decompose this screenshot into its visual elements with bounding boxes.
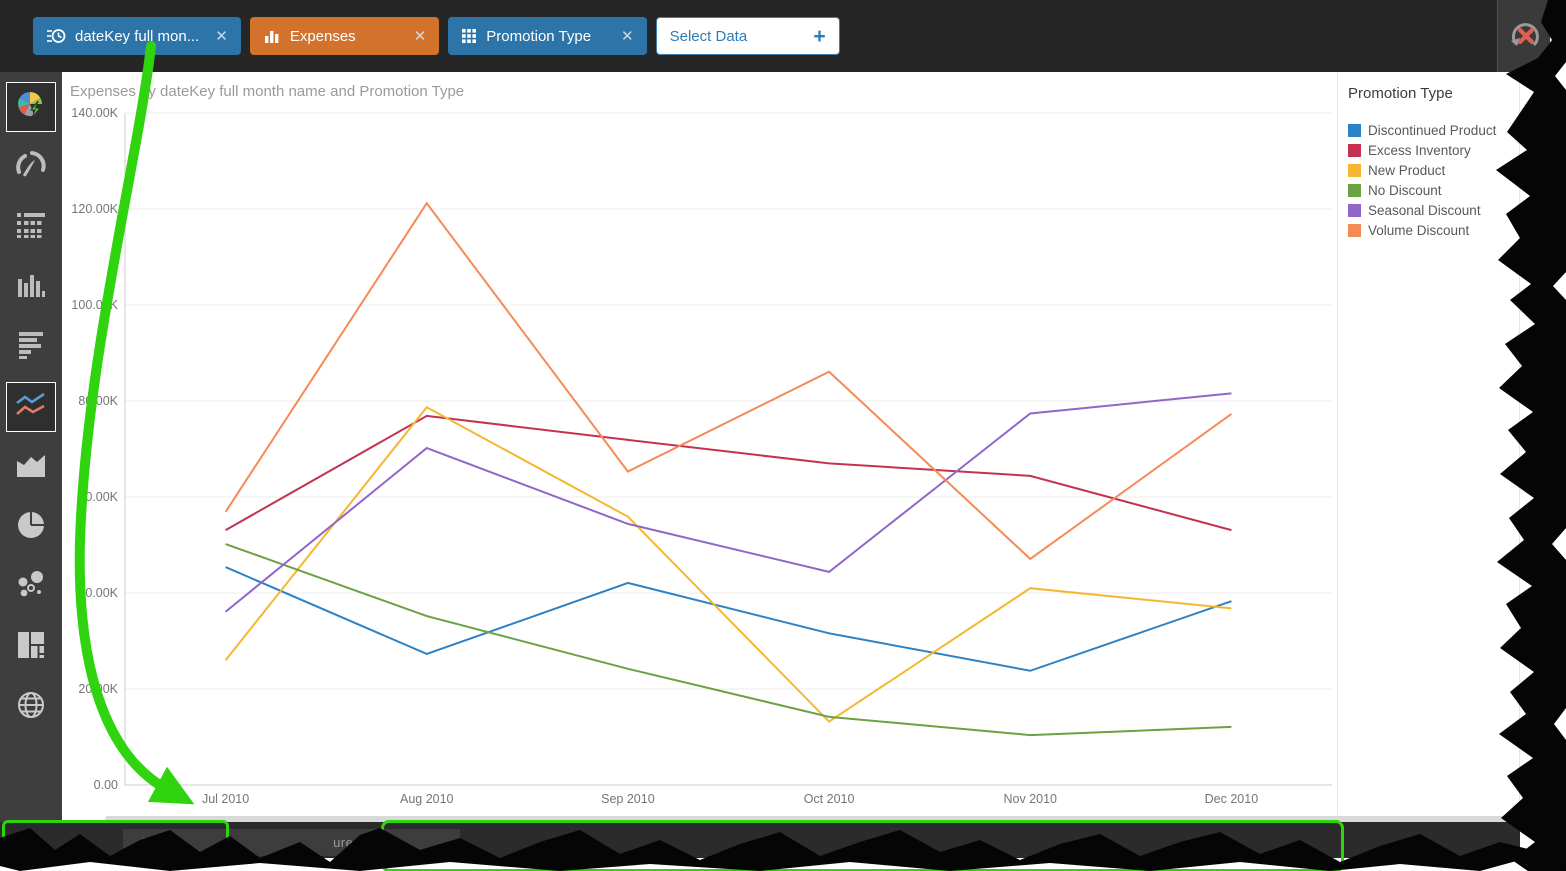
bar-chart-icon: [15, 329, 47, 366]
series-line-excess-inventory: [225, 414, 1232, 532]
legend-label: No Discount: [1368, 182, 1442, 198]
legend-item[interactable]: No Discount: [1348, 180, 1519, 200]
legend-item[interactable]: Volume Discount: [1348, 220, 1519, 240]
auto-chart-icon: [14, 88, 48, 127]
x-tick-label: Sep 2010: [601, 792, 655, 806]
legend-label: Discontinued Product: [1368, 122, 1497, 138]
sidebar-item-gauge-chart[interactable]: [6, 142, 56, 192]
measure-bars-icon: [263, 27, 281, 45]
chart-panel: Expenses by dateKey full month name and …: [62, 72, 1337, 815]
legend-item[interactable]: Excess Inventory: [1348, 140, 1519, 160]
series-line-seasonal-discount: [224, 392, 1232, 613]
y-tick-label: 80.00K: [78, 394, 118, 408]
line-chart-plot[interactable]: 0.00 20.00K 40.00K 60.00K 80.00K 100.00K 120.0…: [62, 72, 1337, 815]
series-line-new-product: [224, 405, 1232, 723]
app-window: dateKey full mon... ✕ Expenses ✕ Promoti…: [0, 0, 1566, 871]
legend-label: New Product: [1368, 162, 1446, 178]
gauge-icon: [14, 148, 48, 187]
line-chart-icon: [13, 387, 49, 428]
close-icon[interactable]: ✕: [621, 27, 634, 45]
sidebar-item-grid-table[interactable]: [6, 202, 56, 252]
series-line-volume-discount: [224, 201, 1233, 561]
chip-label: Expenses: [289, 27, 356, 45]
legend-items: Discontinued Product Excess Inventory Ne…: [1348, 120, 1519, 240]
legend-swatch: [1348, 123, 1361, 137]
sidebar-item-treemap-chart[interactable]: [6, 622, 56, 672]
grid-table-icon: [15, 209, 47, 246]
select-data-chip[interactable]: Select Data +: [655, 17, 840, 55]
x-tick-label: Aug 2010: [400, 792, 454, 806]
legend-label: Seasonal Discount: [1368, 202, 1481, 218]
select-data-label: Select Data: [669, 27, 748, 45]
sidebar-item-column-chart[interactable]: [6, 262, 56, 312]
sidebar-item-bar-chart[interactable]: [6, 322, 56, 372]
y-tick-label: 60.00K: [78, 490, 118, 504]
legend-item[interactable]: Seasonal Discount: [1348, 200, 1519, 220]
sidebar-item-pie-chart[interactable]: [6, 502, 56, 552]
close-icon[interactable]: ✕: [414, 27, 427, 45]
legend-label: Excess Inventory: [1368, 142, 1471, 158]
sidebar-item-line-chart[interactable]: [6, 382, 56, 432]
globe-icon: [15, 689, 47, 726]
y-tick-label: 100.00K: [71, 298, 118, 312]
treemap-icon: [15, 629, 47, 666]
column-chart-icon: [15, 269, 47, 306]
sidebar-item-scatter-chart[interactable]: [6, 562, 56, 612]
x-tick-label: Oct 2010: [804, 792, 855, 806]
dimension-grid-icon: [461, 28, 477, 44]
legend-item[interactable]: New Product: [1348, 160, 1519, 180]
chip-label: dateKey full mon...: [75, 27, 200, 45]
chip-expenses[interactable]: Expenses ✕: [249, 17, 440, 55]
legend-swatch: [1348, 143, 1361, 157]
pie-chart-icon: [15, 509, 47, 546]
area-chart-icon: [15, 449, 47, 486]
chart-type-sidebar: [0, 72, 62, 852]
y-tick-label: 20.00K: [78, 682, 118, 696]
cancel-refresh-icon[interactable]: [1497, 0, 1550, 72]
legend-label: Volume Discount: [1368, 222, 1470, 238]
y-tick-label: 40.00K: [78, 586, 118, 600]
series-line-no-discount: [225, 543, 1232, 737]
date-hierarchy-icon: [46, 26, 66, 46]
legend-swatch: [1348, 183, 1361, 197]
x-tick-label: Jul 2010: [202, 792, 249, 806]
x-tick-label: Dec 2010: [1205, 792, 1259, 806]
annotation-highlight-left: [2, 820, 229, 862]
legend-title: Promotion Type: [1348, 85, 1453, 102]
chip-promotion-type[interactable]: Promotion Type ✕: [448, 17, 647, 55]
plus-icon[interactable]: +: [813, 26, 825, 47]
x-tick-label: Nov 2010: [1003, 792, 1057, 806]
y-tick-label: 0.00: [94, 778, 118, 792]
data-drop-zone-bar: dateKey full mon... ✕ Expenses ✕ Promoti…: [0, 0, 1520, 72]
bottom-tab-label-fragment: urera: [333, 835, 366, 850]
y-tick-label: 140.00K: [71, 106, 118, 120]
legend-swatch: [1348, 163, 1361, 177]
legend-panel: Promotion Type Discontinued Product Exce…: [1337, 72, 1520, 815]
close-icon[interactable]: ✕: [215, 27, 228, 45]
sidebar-item-map-globe[interactable]: [6, 682, 56, 732]
y-tick-label: 120.00K: [71, 202, 118, 216]
legend-swatch: [1348, 223, 1361, 237]
chip-label: Promotion Type: [486, 27, 592, 45]
sidebar-item-area-chart[interactable]: [6, 442, 56, 492]
legend-item[interactable]: Discontinued Product: [1348, 120, 1519, 140]
chip-datekey-full-month[interactable]: dateKey full mon... ✕: [33, 17, 241, 55]
scatter-chart-icon: [15, 569, 47, 606]
legend-swatch: [1348, 203, 1361, 217]
annotation-highlight-right: [381, 820, 1344, 871]
sidebar-item-auto-recommend-chart[interactable]: [6, 82, 56, 132]
